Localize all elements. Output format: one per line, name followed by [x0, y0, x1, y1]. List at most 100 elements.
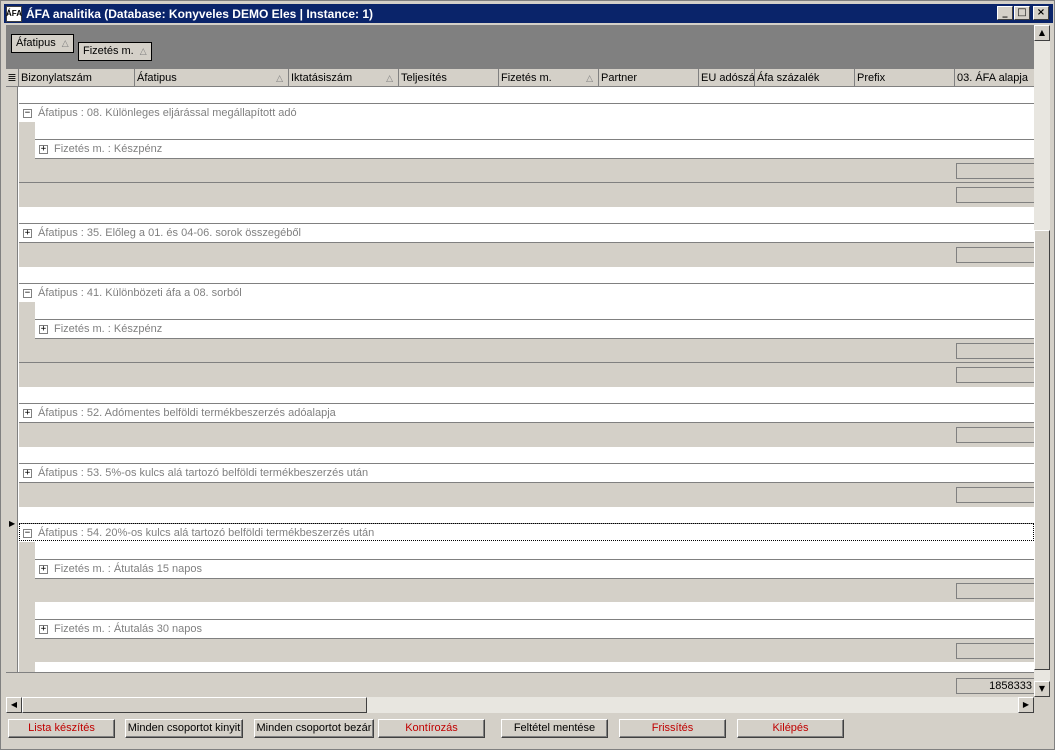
expand-icon[interactable]: + — [23, 468, 32, 478]
current-row-icon: ▶ — [9, 519, 16, 528]
kontirozas-button[interactable]: Kontírozás — [378, 719, 485, 738]
scroll-up-icon[interactable]: ▲ — [1034, 25, 1050, 41]
column-header[interactable]: Iktatásiszám △ — [289, 69, 399, 87]
grand-total-cell: 1858333 — [956, 678, 1034, 694]
expand-icon[interactable]: + — [39, 624, 48, 634]
group-label: Áfatipus : 54. 20%-os kulcs alá tartozó … — [38, 527, 375, 539]
collapse-all-groups-button[interactable]: Minden csoportot bezár — [254, 719, 374, 738]
vertical-scrollbar[interactable]: ▲ ▼ — [1034, 25, 1050, 697]
scroll-down-icon[interactable]: ▼ — [1034, 681, 1050, 697]
expand-icon[interactable]: + — [39, 324, 48, 334]
group-label: Fizetés m. : Átutalás 30 napos — [54, 623, 202, 635]
exit-button[interactable]: Kilépés — [737, 719, 844, 738]
sum-cell — [956, 343, 1034, 359]
group-footer — [19, 242, 1034, 267]
group-footer — [35, 578, 1034, 602]
scroll-right-icon[interactable]: ▶ — [1018, 697, 1034, 713]
group-row[interactable]: − Áfatipus : 08. Különleges eljárással me… — [19, 103, 1034, 121]
group-label: Áfatipus : 41. Különbözeti áfa a 08. sor… — [38, 287, 242, 299]
collapse-icon[interactable]: − — [23, 108, 32, 118]
group-row[interactable]: − Áfatipus : 41. Különbözeti áfa a 08. so… — [19, 283, 1034, 301]
group-label: Áfatipus : 53. 5%-os kulcs alá tartozó b… — [38, 467, 369, 479]
scroll-left-icon[interactable]: ◀ — [6, 697, 22, 713]
group-label: Fizetés m. : Készpénz — [54, 323, 163, 335]
group-label: Fizetés m. : Készpénz — [54, 143, 163, 155]
column-header[interactable]: Teljesítés — [399, 69, 499, 87]
subgroup-row[interactable]: + Fizetés m. : Átutalás 30 napos — [35, 619, 1034, 637]
expand-icon[interactable]: + — [23, 228, 32, 238]
group-row[interactable]: + Áfatipus : 52. Adómentes belföldi termé… — [19, 403, 1034, 421]
refresh-button[interactable]: Frissítés — [619, 719, 726, 738]
expand-icon[interactable]: + — [39, 564, 48, 574]
sum-cell — [956, 487, 1034, 503]
sum-cell — [956, 427, 1034, 443]
group-footer — [35, 638, 1034, 662]
group-footer — [19, 422, 1034, 447]
column-header[interactable]: Partner — [599, 69, 699, 87]
grand-total-footer: 1858333 — [6, 672, 1034, 697]
group-footer — [35, 158, 1034, 182]
group-chip-label: Fizetés m. — [83, 45, 134, 57]
sum-cell — [956, 583, 1034, 599]
button-bar: Lista készítés Minden csoportot kinyit M… — [6, 717, 1050, 741]
column-header[interactable]: Prefix — [855, 69, 955, 87]
sort-asc-icon: △ — [276, 73, 283, 83]
sum-cell — [956, 367, 1034, 383]
tree-indent — [19, 122, 35, 182]
collapse-icon[interactable]: − — [23, 288, 32, 298]
expand-all-groups-button[interactable]: Minden csoportot kinyit — [125, 719, 243, 738]
group-footer — [19, 362, 1034, 387]
sort-asc-icon: △ — [586, 73, 593, 83]
group-chip-label: Áfatipus — [16, 37, 56, 49]
group-row[interactable]: + Áfatipus : 35. Előleg a 01. és 04-06. s… — [19, 223, 1034, 241]
window: ÁFA ÁFA analitika (Database: Konyveles D… — [0, 0, 1055, 750]
data-grid[interactable]: ≣ Bizonylatszám Áfatipus △ Iktatásiszám △ … — [6, 69, 1034, 697]
horizontal-scroll-thumb[interactable] — [22, 697, 367, 713]
group-footer — [19, 482, 1034, 507]
row-indicator-column: ▶ — [6, 87, 18, 697]
vertical-scroll-thumb[interactable] — [1034, 230, 1050, 670]
group-chip-afatipus[interactable]: Áfatipus △ — [11, 34, 74, 53]
subgroup-row[interactable]: + Fizetés m. : Készpénz — [35, 139, 1034, 157]
group-label: Áfatipus : 08. Különleges eljárással meg… — [38, 107, 297, 119]
collapse-icon[interactable]: − — [23, 528, 32, 538]
group-row[interactable]: + Áfatipus : 53. 5%-os kulcs alá tartozó … — [19, 463, 1034, 481]
sum-cell — [956, 163, 1034, 179]
group-row-focused[interactable]: − Áfatipus : 54. 20%-os kulcs alá tartozó… — [19, 523, 1034, 541]
sort-asc-icon: △ — [139, 46, 147, 56]
column-header[interactable]: Bizonylatszám — [19, 69, 135, 87]
column-header[interactable]: 03. ÁFA alapja — [955, 69, 1034, 87]
expand-icon[interactable]: + — [23, 408, 32, 418]
title-bar[interactable]: ÁFA ÁFA analitika (Database: Konyveles D… — [4, 4, 1053, 23]
close-button[interactable]: × — [1033, 6, 1049, 20]
minimize-button[interactable]: _ — [997, 6, 1013, 20]
maximize-button[interactable]: □ — [1014, 6, 1030, 20]
tree-indent — [19, 542, 35, 672]
group-chip-fizetes[interactable]: Fizetés m. △ — [78, 42, 152, 61]
column-header[interactable]: EU adószá — [699, 69, 755, 87]
sort-asc-icon: △ — [61, 38, 69, 48]
group-label: Áfatipus : 35. Előleg a 01. és 04-06. so… — [38, 227, 301, 239]
lista-keszites-button[interactable]: Lista készítés — [8, 719, 115, 738]
grid-header: ≣ Bizonylatszám Áfatipus △ Iktatásiszám △ … — [6, 69, 1034, 87]
horizontal-scrollbar[interactable]: ◀ ▶ — [6, 697, 1034, 713]
sum-cell — [956, 187, 1034, 203]
window-title: ÁFA analitika (Database: Konyveles DEMO … — [26, 6, 374, 21]
column-header[interactable]: Áfatipus △ — [135, 69, 289, 87]
subgroup-row[interactable]: + Fizetés m. : Készpénz — [35, 319, 1034, 337]
group-footer — [35, 338, 1034, 362]
sort-asc-icon: △ — [386, 73, 393, 83]
column-chooser-icon[interactable]: ≣ — [6, 69, 19, 87]
tree-indent — [19, 302, 35, 362]
group-label: Áfatipus : 52. Adómentes belföldi termék… — [38, 407, 336, 419]
group-label: Fizetés m. : Átutalás 15 napos — [54, 563, 202, 575]
column-header[interactable]: Áfa százalék — [755, 69, 855, 87]
app-icon: ÁFA — [6, 5, 22, 22]
subgroup-row[interactable]: + Fizetés m. : Átutalás 15 napos — [35, 559, 1034, 577]
group-by-panel: Áfatipus △ Fizetés m. △ — [6, 25, 1034, 69]
save-filter-button[interactable]: Feltétel mentése — [501, 719, 608, 738]
sum-cell — [956, 247, 1034, 263]
sum-cell — [956, 643, 1034, 659]
expand-icon[interactable]: + — [39, 144, 48, 154]
column-header[interactable]: Fizetés m. △ — [499, 69, 599, 87]
